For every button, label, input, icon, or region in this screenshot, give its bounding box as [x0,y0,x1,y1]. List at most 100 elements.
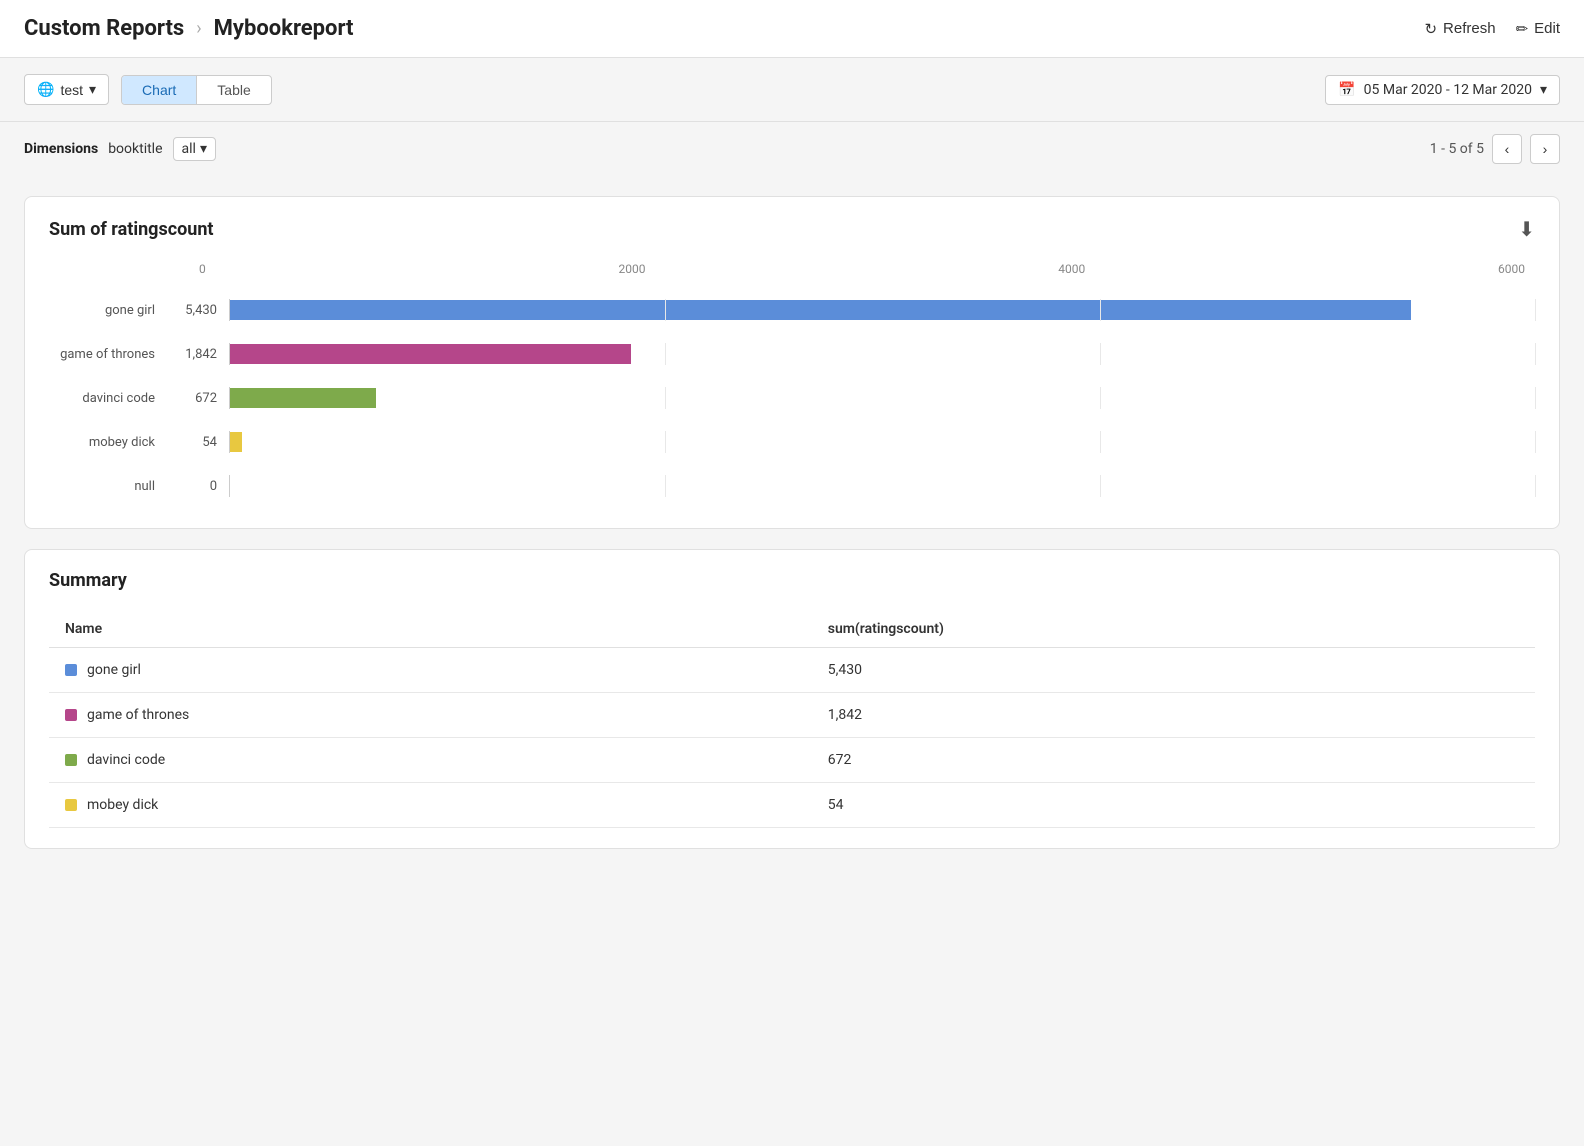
grid-line-2000 [665,343,666,365]
chart-row-label: null [49,479,169,494]
chart-row: game of thrones 1,842 [49,332,1535,376]
tab-table[interactable]: Table [197,76,270,104]
chart-row: gone girl 5,430 [49,288,1535,332]
summary-title: Summary [49,570,127,591]
chart-row-value: 54 [169,435,229,450]
summary-card: Summary Name sum(ratingscount) gone girl… [24,549,1560,849]
grid-line-4000 [1100,475,1101,497]
summary-value-cell: 5,430 [812,648,1535,693]
chart-bar [230,388,376,408]
chart-row-value: 0 [169,479,229,494]
chart-row-value: 1,842 [169,347,229,362]
edit-icon: ✏ [1516,20,1529,38]
chart-title: Sum of ratingscount [49,219,214,240]
grid-line-2000 [665,475,666,497]
chart-row-label: mobey dick [49,435,169,450]
summary-name-cell: mobey dick [49,783,812,828]
chart-row-label: game of thrones [49,347,169,362]
edit-button[interactable]: ✏ Edit [1516,20,1560,38]
grid-line-end [1535,431,1536,453]
summary-name: game of thrones [87,707,189,723]
globe-icon: 🌐 [37,81,54,98]
date-picker[interactable]: 📅 05 Mar 2020 - 12 Mar 2020 ▾ [1325,75,1560,105]
chart-card-header: Sum of ratingscount ⬇ [49,217,1535,242]
view-tabs: Chart Table [121,75,272,105]
pagination-text: 1 - 5 of 5 [1430,141,1484,157]
summary-table: Name sum(ratingscount) gone girl 5,430 g… [49,611,1535,828]
chart-row: davinci code 672 [49,376,1535,420]
summary-name-cell: davinci code [49,738,812,783]
table-row: game of thrones 1,842 [49,693,1535,738]
breadcrumb-home[interactable]: Custom Reports [24,16,184,41]
chart-card: Sum of ratingscount ⬇ 0 2000 4000 6000 g… [24,196,1560,529]
pagination: 1 - 5 of 5 ‹ › [1430,134,1560,164]
grid-line-4000 [1100,431,1101,453]
summary-name: mobey dick [87,797,158,813]
breadcrumb-separator: › [196,18,201,39]
grid-line-4000 [1100,299,1101,321]
legend-dot [65,664,77,676]
summary-value-cell: 672 [812,738,1535,783]
table-row: gone girl 5,430 [49,648,1535,693]
chevron-down-icon: ▾ [89,81,96,98]
summary-value-cell: 1,842 [812,693,1535,738]
summary-card-header: Summary [49,570,1535,591]
chart-bar-container [229,475,1535,497]
chart-row-value: 5,430 [169,303,229,318]
dimensions-left: Dimensions booktitle all ▾ [24,137,216,161]
grid-line-2000 [665,387,666,409]
summary-name: gone girl [87,662,141,678]
test-selector[interactable]: 🌐 test ▾ [24,74,109,105]
chart-row-label: davinci code [49,391,169,406]
chart-rows: gone girl 5,430 game of thrones 1,842 da… [49,288,1535,508]
summary-name-cell: game of thrones [49,693,812,738]
legend-dot [65,799,77,811]
legend-dot [65,754,77,766]
dimensions-bar: Dimensions booktitle all ▾ 1 - 5 of 5 ‹ … [0,122,1584,176]
grid-line-4000 [1100,343,1101,365]
next-page-button[interactable]: › [1530,134,1560,164]
grid-line-4000 [1100,387,1101,409]
chart-row: null 0 [49,464,1535,508]
chart-bar [230,432,242,452]
chart-area: 0 2000 4000 6000 gone girl 5,430 game of… [49,262,1535,508]
grid-line-2000 [665,431,666,453]
tab-chart[interactable]: Chart [122,76,197,104]
summary-name-cell: gone girl [49,648,812,693]
header: Custom Reports › Mybookreport ↻ Refresh … [0,0,1584,58]
chart-row: mobey dick 54 [49,420,1535,464]
download-button[interactable]: ⬇ [1518,217,1535,242]
chart-bar-container [229,343,1535,365]
chart-bar-container [229,387,1535,409]
toolbar-left: 🌐 test ▾ Chart Table [24,74,272,105]
chart-row-label: gone girl [49,303,169,318]
chevron-down-icon: ▾ [200,141,207,157]
chart-bar-container [229,431,1535,453]
chart-row-value: 672 [169,391,229,406]
table-row: davinci code 672 [49,738,1535,783]
dimensions-label: Dimensions [24,141,98,157]
refresh-icon: ↻ [1424,20,1437,38]
summary-name: davinci code [87,752,165,768]
toolbar: 🌐 test ▾ Chart Table 📅 05 Mar 2020 - 12 … [0,58,1584,122]
header-breadcrumb: Custom Reports › Mybookreport [24,16,354,41]
grid-line-end [1535,387,1536,409]
dimensions-filter[interactable]: all ▾ [173,137,216,161]
summary-value-cell: 54 [812,783,1535,828]
chart-bar-container [229,299,1535,321]
refresh-button[interactable]: ↻ Refresh [1424,20,1495,38]
table-row: mobey dick 54 [49,783,1535,828]
col-value-header: sum(ratingscount) [812,611,1535,648]
chart-bar [230,300,1411,320]
legend-dot [65,709,77,721]
main-content: Sum of ratingscount ⬇ 0 2000 4000 6000 g… [0,176,1584,869]
prev-page-button[interactable]: ‹ [1492,134,1522,164]
header-actions: ↻ Refresh ✏ Edit [1424,20,1560,38]
grid-line-end [1535,475,1536,497]
breadcrumb-current: Mybookreport [214,16,354,41]
grid-line-end [1535,299,1536,321]
dimensions-field: booktitle [108,141,162,157]
download-icon: ⬇ [1518,219,1535,241]
grid-line-end [1535,343,1536,365]
chevron-down-icon: ▾ [1540,82,1547,98]
